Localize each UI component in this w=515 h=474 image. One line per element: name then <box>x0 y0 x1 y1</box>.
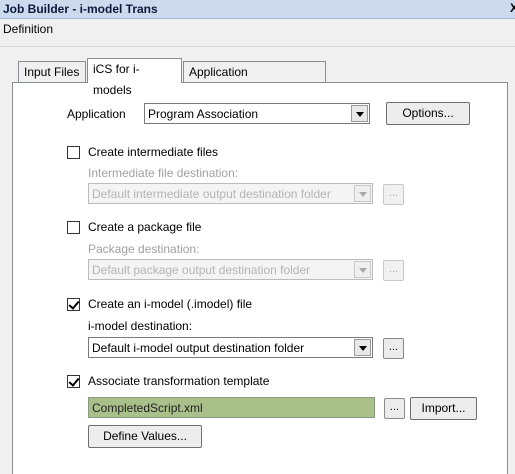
imodel-destination-select[interactable]: Default i-model output destination folde… <box>88 337 373 358</box>
intermediate-checkbox[interactable] <box>67 146 80 159</box>
imodel-checkbox[interactable] <box>67 298 80 311</box>
imodel-browse-button[interactable]: ... <box>383 338 404 359</box>
imodel-destination-label: i-model destination: <box>88 319 193 333</box>
package-destination-select[interactable]: Default package output destination folde… <box>88 259 373 280</box>
package-browse-button[interactable]: ... <box>383 260 404 281</box>
package-destination-label: Package destination: <box>88 242 200 256</box>
application-label: Application <box>67 107 126 121</box>
intermediate-destination-value: Default intermediate output destination … <box>92 187 331 201</box>
imodel-destination-value: Default i-model output destination folde… <box>92 341 305 355</box>
intermediate-destination-select[interactable]: Default intermediate output destination … <box>88 183 373 204</box>
chevron-down-icon[interactable] <box>354 261 371 278</box>
chevron-down-icon[interactable] <box>351 105 368 122</box>
package-checkbox[interactable] <box>67 221 80 234</box>
define-values-button[interactable]: Define Values... <box>88 425 202 448</box>
application-select-value: Program Association <box>148 107 259 121</box>
transformation-checkbox-label: Associate transformation template <box>88 374 270 388</box>
transformation-file-field[interactable]: CompletedScript.xml <box>88 397 375 418</box>
intermediate-checkbox-label: Create intermediate files <box>88 145 219 159</box>
imodel-checkbox-label: Create an i-model (.imodel) file <box>88 297 253 311</box>
form-layer: Application Program Association Options.… <box>0 0 515 474</box>
package-checkbox-label: Create a package file <box>88 220 202 234</box>
import-button[interactable]: Import... <box>410 397 477 420</box>
chevron-down-icon[interactable] <box>354 185 371 202</box>
transformation-checkbox[interactable] <box>67 375 80 388</box>
options-button[interactable]: Options... <box>386 102 470 125</box>
chevron-down-icon[interactable] <box>354 339 371 356</box>
intermediate-browse-button[interactable]: ... <box>383 184 404 205</box>
package-destination-value: Default package output destination folde… <box>92 263 311 277</box>
intermediate-destination-label: Intermediate file destination: <box>88 166 239 180</box>
transformation-file-value: CompletedScript.xml <box>92 401 203 415</box>
application-select[interactable]: Program Association <box>144 103 370 124</box>
transformation-browse-button[interactable]: ... <box>384 398 405 419</box>
